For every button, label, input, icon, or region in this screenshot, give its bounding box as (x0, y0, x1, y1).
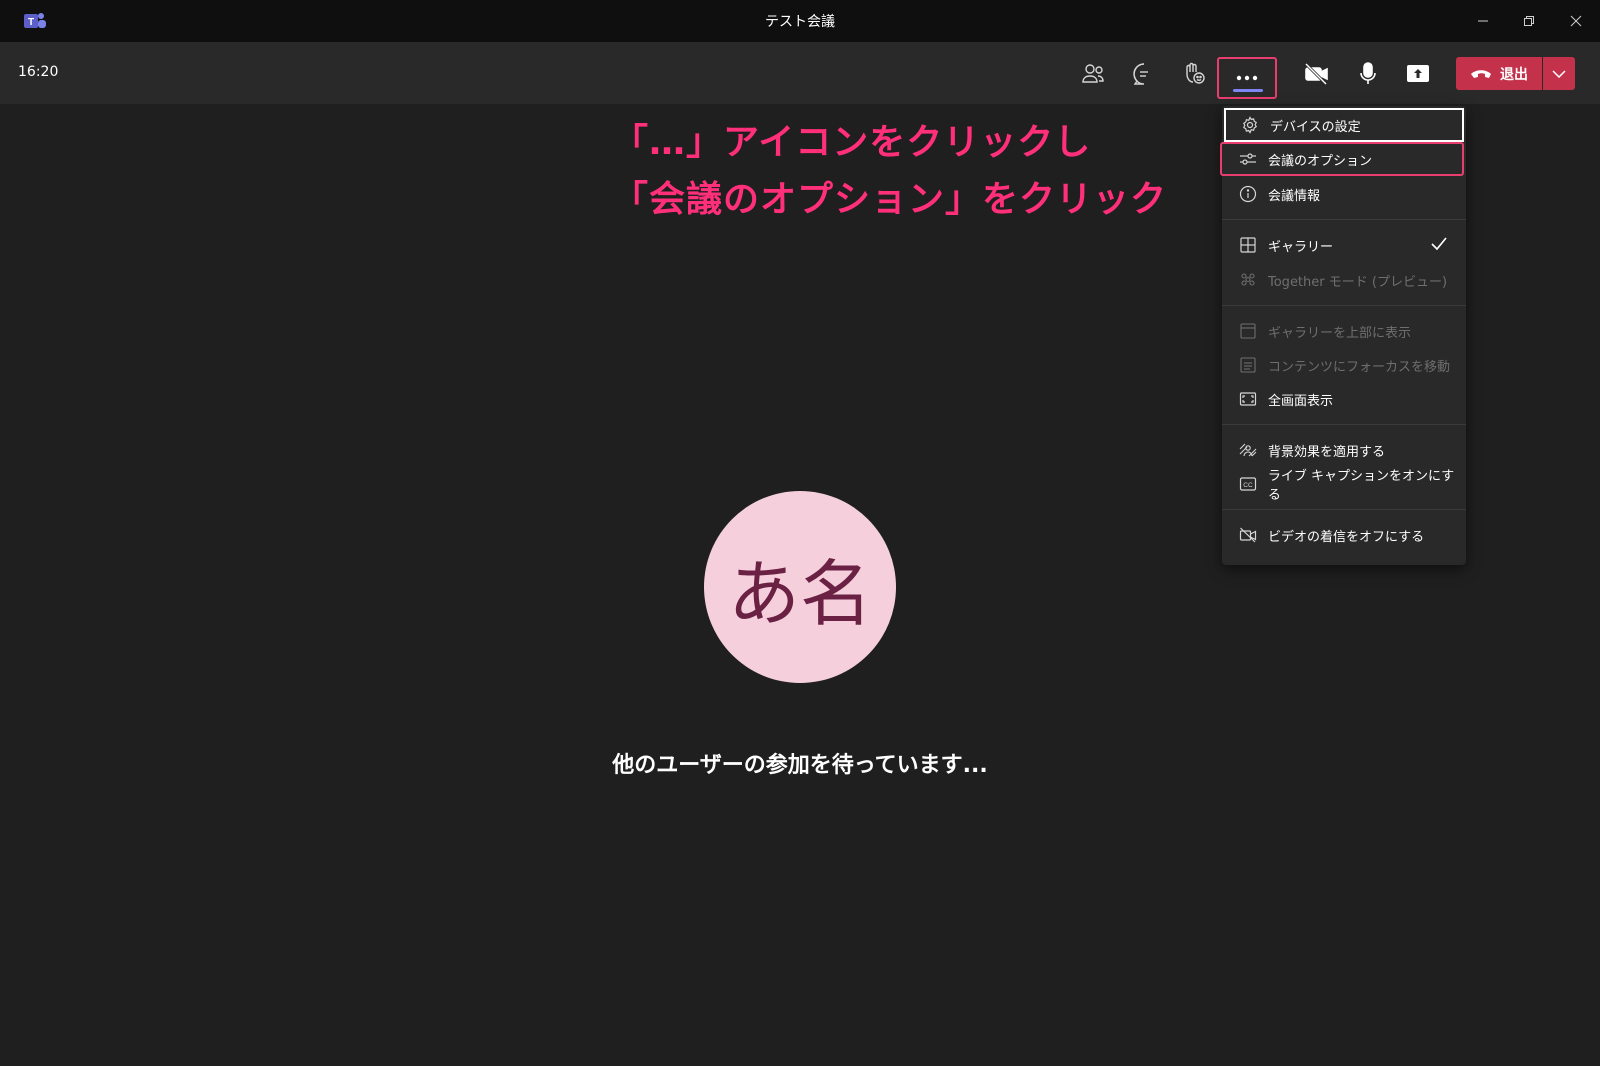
menu-item-fullscreen[interactable]: 全画面表示 (1222, 382, 1466, 416)
menu-item-label: ライブ キャプションをオンにする (1267, 469, 1455, 503)
menu-item-label: 背景効果を適用する (1268, 444, 1386, 460)
minimize-icon (1478, 20, 1488, 22)
focus-icon (1238, 355, 1258, 375)
title-bar: T テスト会議 (0, 0, 1600, 42)
menu-item-label: 会議情報 (1268, 188, 1321, 204)
menu-item-meeting-info[interactable]: 会議情報 (1222, 177, 1466, 211)
camera-toggle-button[interactable] (1299, 56, 1335, 92)
waiting-message: 他のユーザーの参加を待っています... (612, 753, 988, 778)
sliders-icon (1238, 149, 1258, 169)
menu-divider (1222, 305, 1466, 306)
chevron-down-icon (1552, 69, 1566, 78)
menu-item-live-captions[interactable]: CC ライブ キャプションをオンにする (1222, 467, 1466, 503)
gallery-top-icon (1238, 321, 1258, 341)
restore-button[interactable] (1516, 8, 1542, 34)
grid-icon (1238, 235, 1258, 255)
menu-item-label: ギャラリー (1268, 239, 1334, 255)
active-indicator (1233, 89, 1263, 92)
more-actions-icon (1236, 75, 1258, 81)
restore-icon (1524, 16, 1534, 26)
menu-item-label: ギャラリーを上部に表示 (1268, 325, 1412, 341)
fullscreen-icon (1238, 389, 1258, 409)
close-icon (1570, 15, 1582, 27)
participants-button[interactable] (1075, 56, 1111, 92)
chat-icon (1133, 63, 1148, 85)
menu-item-label: 会議のオプション (1268, 153, 1373, 169)
info-icon (1238, 184, 1258, 204)
video-off-icon (1238, 525, 1258, 545)
reactions-button[interactable] (1176, 56, 1212, 92)
menu-item-together-mode: Together モード (プレビュー) (1222, 263, 1466, 297)
menu-item-label: ビデオの着信をオフにする (1268, 529, 1425, 545)
meeting-toolbar: 16:20 退出 (0, 42, 1600, 104)
menu-divider (1222, 424, 1466, 425)
minimize-button[interactable] (1470, 8, 1496, 34)
close-button[interactable] (1563, 8, 1589, 34)
chat-button[interactable] (1126, 56, 1162, 92)
menu-item-turn-off-incoming-video[interactable]: ビデオの着信をオフにする (1222, 518, 1466, 552)
microphone-button[interactable] (1350, 56, 1386, 92)
menu-item-label: コンテンツにフォーカスを移動 (1268, 359, 1451, 375)
leave-label: 退出 (1500, 66, 1528, 83)
avatar: あ名 (704, 491, 896, 683)
people-icon (1238, 270, 1258, 290)
share-screen-icon (1407, 65, 1429, 82)
gear-icon (1240, 115, 1260, 135)
checkmark-icon (1431, 237, 1447, 251)
menu-divider (1222, 219, 1466, 220)
menu-item-label: Together モード (プレビュー) (1268, 274, 1448, 290)
menu-item-label: デバイスの設定 (1270, 119, 1361, 135)
leave-button[interactable]: 退出 (1456, 57, 1542, 90)
leave-options-button[interactable] (1543, 57, 1575, 90)
microphone-icon (1360, 62, 1376, 84)
meeting-clock: 16:20 (18, 64, 59, 80)
annotation-line-2: 「会議のオプション」をクリック (612, 179, 1168, 220)
menu-item-meeting-options[interactable]: 会議のオプション (1220, 142, 1464, 176)
menu-item-device-settings[interactable]: デバイスの設定 (1224, 108, 1464, 142)
more-actions-menu: デバイスの設定 会議のオプション 会議情報 ギャラリー Together モード… (1220, 106, 1466, 565)
camera-off-icon (1304, 63, 1328, 85)
menu-item-gallery-top: ギャラリーを上部に表示 (1222, 314, 1466, 348)
share-screen-button[interactable] (1400, 56, 1436, 92)
menu-item-focus-content: コンテンツにフォーカスを移動 (1222, 348, 1466, 382)
menu-item-label: 全画面表示 (1268, 393, 1334, 409)
reactions-icon (1186, 62, 1205, 84)
annotation-line-1: 「…」アイコンをクリックし (612, 122, 1092, 163)
window-title: テスト会議 (765, 14, 835, 30)
hang-up-icon (1471, 69, 1491, 78)
cc-icon: CC (1238, 474, 1258, 494)
svg-text:CC: CC (1243, 482, 1253, 489)
menu-divider (1222, 509, 1466, 510)
background-effects-icon (1238, 440, 1258, 460)
menu-item-gallery[interactable]: ギャラリー (1222, 228, 1466, 262)
menu-item-background-effects[interactable]: 背景効果を適用する (1222, 433, 1466, 467)
instruction-annotation: 「…」アイコンをクリックし 「会議のオプション」をクリック (612, 114, 1167, 228)
more-actions-button[interactable] (1217, 57, 1277, 99)
participants-icon (1082, 64, 1104, 83)
